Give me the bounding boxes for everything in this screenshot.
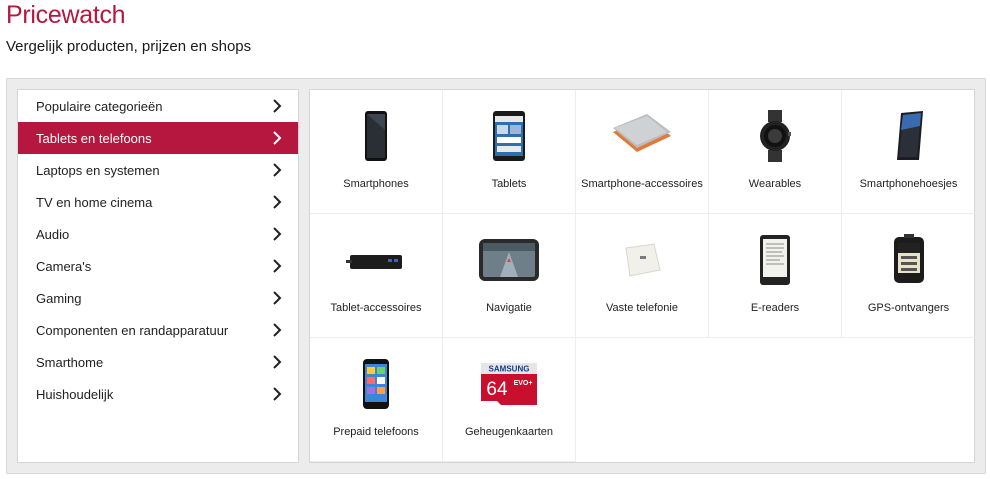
category-label: Vaste telefonie: [606, 302, 678, 314]
category-label: Tablet-accessoires: [330, 302, 422, 314]
grid-empty-cell: [576, 338, 709, 462]
dock-icon: [336, 230, 416, 290]
chevron-right-icon: [273, 323, 282, 337]
category-label: Navigatie: [486, 302, 532, 314]
sidebar-item-populaire-categorie-n[interactable]: Populaire categorieën: [18, 90, 298, 122]
memory-card-brand: SAMSUNG: [489, 365, 530, 374]
category-smartphone-accessoires[interactable]: Smartphone-accessoires: [576, 90, 709, 214]
bike-computer-icon: [869, 230, 949, 290]
category-tablet-accessoires[interactable]: Tablet-accessoires: [310, 214, 443, 338]
category-wearables[interactable]: Wearables: [709, 90, 842, 214]
tablet-icon: [469, 106, 549, 166]
memory-card-capacity: 64: [486, 379, 508, 400]
category-grid: Smartphones Tablets Smartphone-accessoir…: [309, 89, 975, 463]
category-gps-ontvangers[interactable]: GPS-ontvangers: [842, 214, 975, 338]
category-geheugenkaarten[interactable]: SAMSUNG 64 EVO+ Geheugenkaarten: [443, 338, 576, 462]
category-tablets[interactable]: Tablets: [443, 90, 576, 214]
chevron-right-icon: [273, 291, 282, 305]
sidebar-item-gaming[interactable]: Gaming: [18, 282, 298, 314]
smartphone-icon: [336, 106, 416, 166]
chevron-right-icon: [273, 259, 282, 273]
chevron-right-icon: [273, 355, 282, 369]
page-subtitle: Vergelijk producten, prijzen en shops: [6, 38, 252, 55]
sidebar-item-audio[interactable]: Audio: [18, 218, 298, 250]
category-navigatie[interactable]: Navigatie: [443, 214, 576, 338]
category-e-readers[interactable]: E-readers: [709, 214, 842, 338]
sidebar-item-label: Laptops en systemen: [36, 162, 160, 178]
category-label: Wearables: [748, 178, 802, 190]
sidebar-item-label: Gaming: [36, 290, 82, 306]
landline-base-icon: [602, 230, 682, 290]
chevron-right-icon: [273, 99, 282, 113]
category-label: Smartphonehoesjes: [859, 178, 958, 190]
sidebar-item-label: Smarthome: [36, 354, 104, 370]
grid-empty-cell: [709, 338, 842, 462]
category-smartphones[interactable]: Smartphones: [310, 90, 443, 214]
sidebar-item-huishoudelijk[interactable]: Huishoudelijk: [18, 378, 298, 410]
powerbank-icon: [602, 106, 682, 166]
chevron-right-icon: [273, 163, 282, 177]
grid-empty-cell: [842, 338, 975, 462]
memory-card-icon: SAMSUNG 64 EVO+: [469, 354, 549, 414]
chevron-right-icon: [273, 195, 282, 209]
category-label: Smartphone-accessoires: [581, 178, 703, 190]
sidebar-item-componenten-en-randapparatuur[interactable]: Componenten en randapparatuur: [18, 314, 298, 346]
category-vaste-telefonie[interactable]: Vaste telefonie: [576, 214, 709, 338]
category-label: Geheugenkaarten: [464, 426, 554, 438]
sidebar-item-label: Populaire categorieën: [36, 98, 163, 114]
smartwatch-icon: [735, 106, 815, 166]
category-smartphonehoesjes[interactable]: Smartphonehoesjes: [842, 90, 975, 214]
sidebar-item-label: Componenten en randapparatuur: [36, 322, 229, 338]
sidebar-item-smarthome[interactable]: Smarthome: [18, 346, 298, 378]
chevron-right-icon: [273, 131, 282, 145]
category-label: Prepaid telefoons: [333, 426, 419, 438]
category-sidebar: Populaire categorieën Tablets en telefoon…: [17, 89, 299, 463]
category-prepaid-telefoons[interactable]: Prepaid telefoons: [310, 338, 443, 462]
category-label: Tablets: [491, 178, 527, 190]
sidebar-item-label: TV en home cinema: [36, 194, 153, 210]
category-label: E-readers: [750, 302, 800, 314]
chevron-right-icon: [273, 227, 282, 241]
sidebar-item-label: Audio: [36, 226, 70, 242]
sidebar-item-label: Tablets en telefoons: [36, 130, 152, 146]
sidebar-item-camera-s[interactable]: Camera's: [18, 250, 298, 282]
ereader-icon: [735, 230, 815, 290]
category-label: GPS-ontvangers: [867, 302, 950, 314]
prepaid-phone-icon: [336, 354, 416, 414]
category-label: Smartphones: [343, 178, 409, 190]
sidebar-item-label: Camera's: [36, 258, 92, 274]
sidebar-item-tablets-en-telefoons[interactable]: Tablets en telefoons: [18, 122, 298, 154]
sidebar-item-tv-en-home-cinema[interactable]: TV en home cinema: [18, 186, 298, 218]
memory-card-series: EVO+: [514, 380, 533, 387]
phone-case-icon: [869, 106, 949, 166]
sidebar-item-label: Huishoudelijk: [36, 386, 114, 402]
sidebar-item-laptops-en-systemen[interactable]: Laptops en systemen: [18, 154, 298, 186]
chevron-right-icon: [273, 387, 282, 401]
gps-navigator-icon: [469, 230, 549, 290]
page-title: Pricewatch: [6, 1, 126, 29]
